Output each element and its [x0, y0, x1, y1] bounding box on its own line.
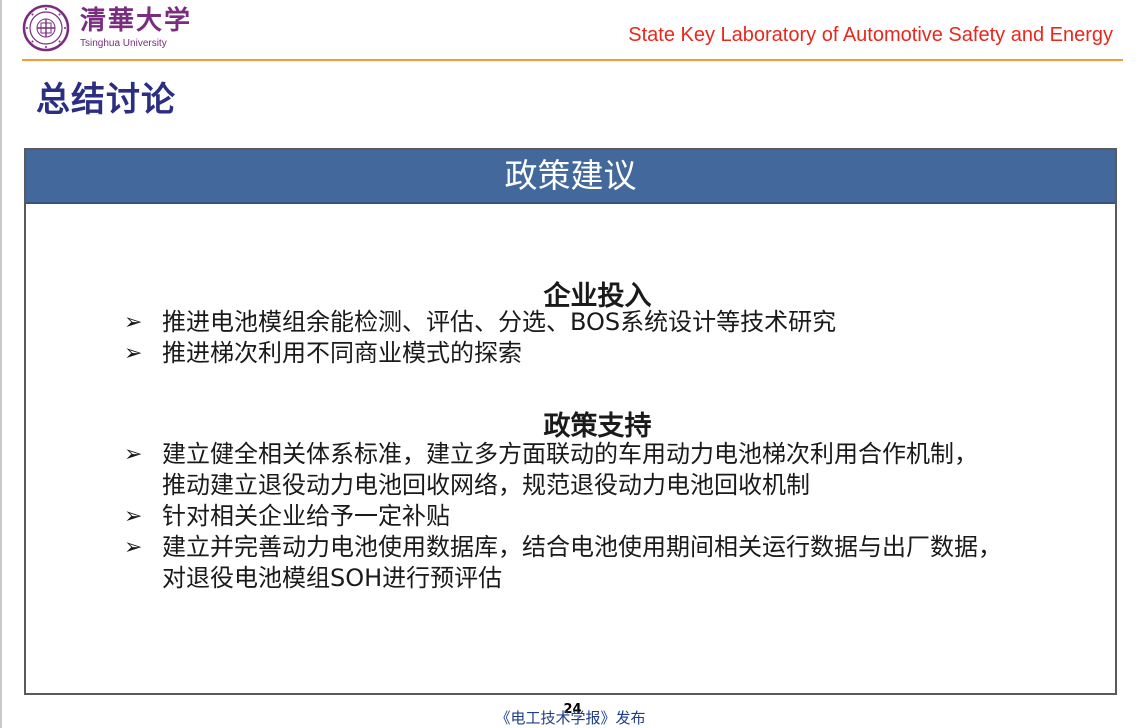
- section-heading-policy: 政策支持: [543, 411, 652, 442]
- bullet-text-continuation: 推动建立退役动力电池回收网络，规范退役动力电池回收机制: [162, 471, 810, 499]
- logo-chinese-text: 清華大学: [80, 6, 193, 36]
- logo-english-text: Tsinghua University: [80, 38, 167, 49]
- arrow-bullet-icon: ➢: [124, 442, 143, 467]
- page-title: 总结讨论: [36, 80, 176, 120]
- bullet-text: 建立健全相关体系标准，建立多方面联动的车用动力电池梯次利用合作机制，: [162, 440, 978, 468]
- bullet-text: 推进梯次利用不同商业模式的探索: [162, 339, 522, 367]
- tsinghua-seal-icon: [22, 4, 70, 52]
- box-title: 政策建议: [504, 156, 637, 195]
- header-divider: [22, 59, 1123, 61]
- slide-left-edge: [0, 0, 2, 728]
- slide-header: 清華大学 Tsinghua University State Key Labor…: [0, 0, 1141, 62]
- lab-name: State Key Laboratory of Automotive Safet…: [628, 24, 1113, 46]
- bullet-text: 建立并完善动力电池使用数据库，结合电池使用期间相关运行数据与出厂数据，: [162, 533, 1002, 561]
- publication-source: 《电工技术学报》发布: [495, 709, 646, 727]
- policy-content-box: 政策建议 企业投入 ➢ 推进电池模组余能检测、评估、分选、BOS系统设计等技术研…: [24, 148, 1117, 695]
- arrow-bullet-icon: ➢: [124, 504, 143, 529]
- bullet-text-continuation: 对退役电池模组SOH进行预评估: [162, 564, 503, 592]
- box-header-bar: 政策建议: [26, 150, 1115, 204]
- bullet-text: 推进电池模组余能检测、评估、分选、BOS系统设计等技术研究: [162, 308, 837, 336]
- arrow-bullet-icon: ➢: [124, 535, 143, 560]
- arrow-bullet-icon: ➢: [124, 341, 143, 366]
- bullet-text: 针对相关企业给予一定补贴: [162, 502, 450, 530]
- tsinghua-logo: 清華大学 Tsinghua University: [22, 4, 190, 54]
- arrow-bullet-icon: ➢: [124, 310, 143, 335]
